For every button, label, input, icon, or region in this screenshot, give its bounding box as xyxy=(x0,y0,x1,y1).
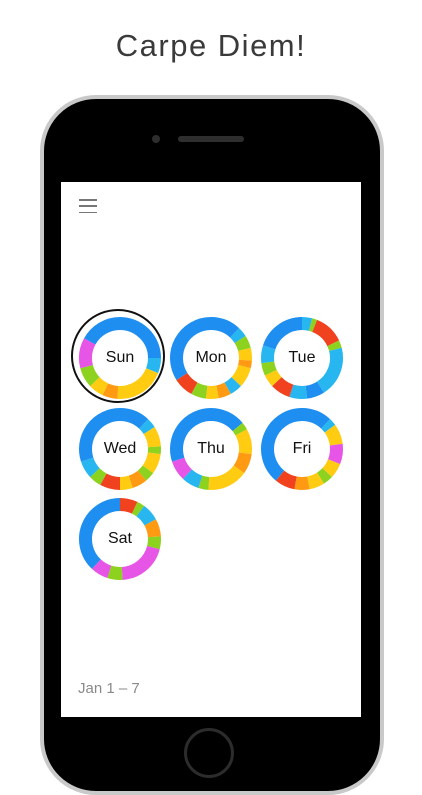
home-button[interactable] xyxy=(184,728,234,778)
date-range-label: Jan 1 – 7 xyxy=(78,680,140,697)
hamburger-menu-icon[interactable] xyxy=(79,199,97,213)
day-ring-sat[interactable]: Sat xyxy=(78,497,162,581)
day-ring-sun[interactable]: Sun xyxy=(78,316,162,400)
day-ring-fri[interactable]: Fri xyxy=(260,407,344,491)
day-ring-mon[interactable]: Mon xyxy=(169,316,253,400)
day-label: Fri xyxy=(260,407,344,491)
front-camera xyxy=(152,135,160,143)
headline: Carpe Diem! xyxy=(0,28,422,64)
day-label: Wed xyxy=(78,407,162,491)
app-screen: Sun Mon Tue Wed Thu Fri Sat Jan 1 – 7 xyxy=(61,182,361,717)
earpiece-speaker xyxy=(178,136,244,142)
day-label: Thu xyxy=(169,407,253,491)
day-label: Mon xyxy=(169,316,253,400)
day-label: Sat xyxy=(78,497,162,581)
day-ring-thu[interactable]: Thu xyxy=(169,407,253,491)
day-ring-wed[interactable]: Wed xyxy=(78,407,162,491)
day-ring-tue[interactable]: Tue xyxy=(260,316,344,400)
day-label: Sun xyxy=(78,316,162,400)
day-label: Tue xyxy=(260,316,344,400)
